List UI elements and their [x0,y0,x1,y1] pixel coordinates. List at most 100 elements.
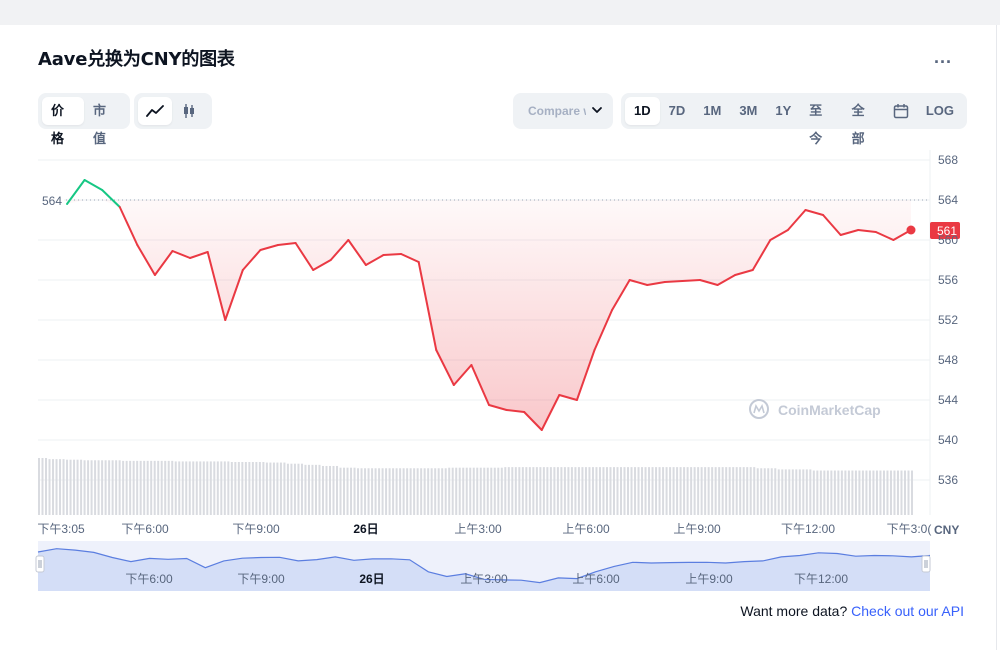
api-link[interactable]: Check out our API [851,603,964,619]
volume-bar [255,461,258,515]
volume-bar [805,469,808,515]
volume-bar [332,465,335,515]
volume-bar [371,468,374,515]
volume-bar [290,463,293,515]
volume-bar [469,467,472,515]
y-tick-label: 560 [938,233,958,247]
volume-bar [851,470,854,515]
volume-bar [518,467,521,515]
volume-bar [150,460,153,515]
volume-bar [220,461,223,515]
volume-bar [868,470,871,515]
volume-bar [283,462,286,515]
navigator-handle-right[interactable] [921,555,931,573]
navigator-label: 26日 [359,572,384,586]
volume-bar [683,467,686,515]
volume-bar [605,467,608,515]
volume-bar [94,460,97,515]
volume-bar [497,467,500,515]
volume-bar [455,467,458,515]
volume-bar [521,467,524,515]
volume-bar [665,467,668,515]
volume-bar [307,464,310,515]
y-tick-label: 548 [938,353,958,367]
price-line-segment [83,179,104,191]
volume-bar [444,468,447,515]
volume-bar [514,467,517,515]
volume-bar [889,470,892,515]
volume-bar [76,459,79,515]
volume-bar [262,461,265,515]
volume-bar [781,469,784,515]
volume-bar [416,468,419,515]
volume-bar [739,467,742,515]
volume-bar [111,460,114,515]
volume-bar [441,468,444,515]
volume-bar [742,467,745,515]
watermark-text: CoinMarketCap [778,402,881,418]
volume-bar [620,467,622,515]
axis-unit-label: CNY [934,523,959,537]
volume-bar [244,461,247,515]
watermark: CoinMarketCap [749,399,881,419]
volume-bar [388,468,391,515]
volume-bar [641,467,644,515]
volume-bar [763,468,766,515]
volume-bar [164,460,167,515]
volume-bar [616,467,619,515]
volume-bar [634,467,637,515]
volume-bar [311,464,314,515]
volume-bar [251,461,254,515]
volume-bar [560,467,563,515]
volume-bar [588,467,591,515]
volume-bar [493,467,496,515]
navigator-label: 上午6:00 [572,572,620,586]
volume-bar [854,470,857,515]
volume-bar [693,467,696,515]
volume-bar [38,458,40,515]
volume-bar [711,467,714,515]
volume-bar [900,470,903,515]
volume-bar [143,460,146,515]
volume-bar [413,468,416,515]
volume-bar [97,460,100,515]
volume-bar [160,460,163,515]
volume-bar [714,467,717,515]
volume-bar [595,467,598,515]
volume-bar [718,467,721,515]
volume-bar [833,470,836,515]
volume-bar [353,467,356,515]
price-line-segment [101,189,121,208]
volume-bar [157,460,160,515]
volume-bar [844,470,847,515]
volume-bar [336,465,339,515]
volume-bar [62,459,65,515]
navigator-handle-left[interactable] [35,555,45,573]
volume-bar [279,462,282,515]
volume-bar [707,467,710,515]
volume-bar [132,460,135,515]
volume-bar [532,467,535,515]
volume-bar [672,467,675,515]
volume-bar [451,467,454,515]
volume-bar [760,468,763,515]
volume-bar [448,467,451,515]
volume-bar [241,461,244,515]
volume-bar [500,467,503,515]
y-tick-label: 540 [938,433,958,447]
volume-bar [167,460,170,515]
volume-bar [721,467,724,515]
volume-bar [704,467,707,515]
volume-bar [819,470,822,515]
volume-bar [325,465,328,515]
volume-bar [258,461,261,515]
volume-bar [59,459,62,515]
volume-bar [627,467,630,515]
volume-bar [55,459,58,515]
volume-bar [774,468,777,515]
volume-bar [875,470,878,515]
volume-bar [248,461,251,515]
volume-bar [777,469,780,515]
volume-bar [528,467,531,515]
volume-bar [178,461,181,515]
